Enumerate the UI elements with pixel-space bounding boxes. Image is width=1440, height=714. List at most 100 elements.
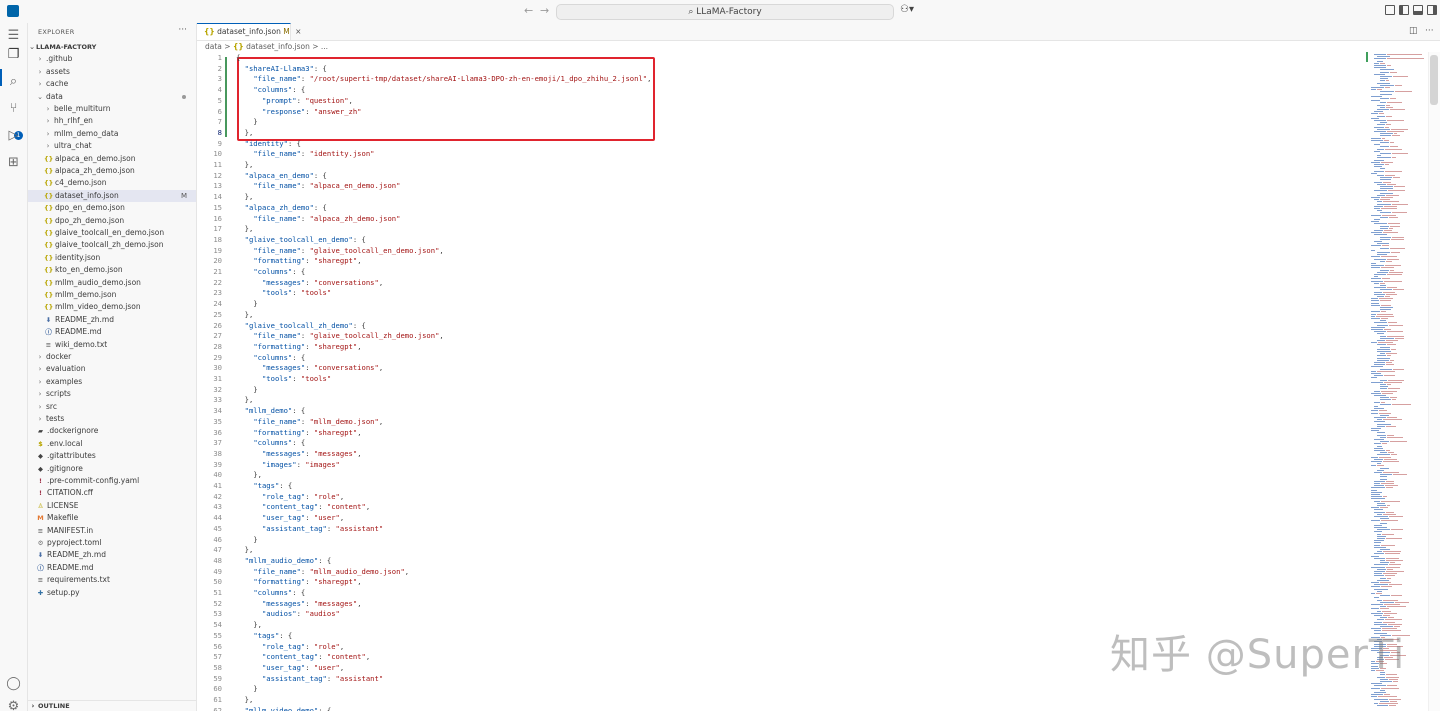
folder-item[interactable]: ⌄ data [28, 91, 196, 103]
explorer-files-icon[interactable]: ❐ [6, 47, 21, 62]
file-item[interactable]: ≡ MANIFEST.in [28, 525, 196, 537]
file-item[interactable]: ✚ setup.py [28, 587, 196, 599]
minimap-line [1377, 175, 1385, 176]
file-item[interactable]: ! CITATION.cff [28, 487, 196, 499]
json-key: "user_tag" [261, 662, 306, 672]
breadcrumb-file[interactable]: dataset_info.json [246, 42, 310, 51]
minimap-line [1374, 542, 1382, 544]
json-key: "images" [261, 459, 297, 469]
file-item[interactable]: ⬇ README_zh.md [28, 549, 196, 561]
file-item[interactable]: {} alpaca_en_demo.json [28, 153, 196, 165]
outline-section[interactable]: › OUTLINE [28, 700, 196, 712]
file-item[interactable]: ⓘ README.md [28, 326, 196, 338]
vertical-scrollbar[interactable] [1428, 52, 1440, 711]
breadcrumb-more[interactable]: ... [321, 42, 328, 51]
json-punctuation: : [305, 662, 314, 672]
folder-item[interactable]: › examples [28, 376, 196, 388]
toggle-panel-icon[interactable] [1413, 5, 1423, 15]
json-key: "tags" [253, 481, 280, 490]
workspace-root[interactable]: ⌄LLAMA-FACTORY [28, 41, 196, 53]
file-item[interactable]: {} c4_demo.json [28, 177, 196, 189]
file-item[interactable]: {} glaive_toolcall_en_demo.json [28, 227, 196, 239]
more-actions-icon[interactable]: ··· [1425, 26, 1434, 36]
file-item[interactable]: ▰ .dockerignore [28, 425, 196, 437]
file-item[interactable]: {} identity.json [28, 252, 196, 264]
file-item[interactable]: ⚙ pyproject.toml [28, 537, 196, 549]
file-item[interactable]: {} mllm_audio_demo.json [28, 277, 196, 289]
file-item[interactable]: ⬇ README_zh.md [28, 314, 196, 326]
folder-item[interactable]: › ultra_chat [28, 140, 196, 152]
json-punctuation: } [236, 684, 258, 694]
file-item[interactable]: ♙ LICENSE [28, 500, 196, 512]
folder-item[interactable]: › evaluation [28, 363, 196, 375]
json-file-icon: {} [44, 278, 54, 287]
text-file-icon: ≡ [37, 576, 44, 585]
minimap-line [1377, 355, 1387, 357]
file-item[interactable]: {} mllm_video_demo.json [28, 301, 196, 313]
file-item[interactable]: {} dpo_zh_demo.json [28, 215, 196, 227]
json-punctuation [236, 331, 253, 340]
back-arrow-icon[interactable]: ← [524, 4, 533, 17]
json-punctuation: : [300, 181, 310, 191]
json-punctuation: , [357, 577, 362, 587]
account-icon[interactable]: ◯ [6, 676, 21, 691]
settings-gear-icon[interactable]: ⚙ [6, 699, 21, 714]
file-item[interactable]: {} alpaca_zh_demo.json [28, 165, 196, 177]
code-editor[interactable]: 1{2 "shareAI-Llama3": {3 "file_name": "/… [197, 52, 1440, 711]
file-item[interactable]: M Makefile [28, 512, 196, 524]
tab-dataset-info[interactable]: {} dataset_info.json M × [197, 23, 301, 40]
file-item[interactable]: ! .pre-commit-config.yaml [28, 475, 196, 487]
split-editor-icon[interactable]: ◫ [1409, 26, 1418, 36]
search-icon[interactable]: ⌕ [6, 74, 21, 89]
tree-item-label: dpo_zh_demo.json [55, 215, 125, 225]
toggle-primary-sidebar-icon[interactable] [1399, 5, 1409, 15]
source-control-icon[interactable]: ⑂ [6, 101, 21, 116]
extensions-icon[interactable]: ⊞ [6, 155, 21, 170]
minimap-line [1371, 113, 1379, 115]
minimap-line [1389, 562, 1396, 564]
command-center-search[interactable]: ⌕ LLaMA-Factory [556, 4, 894, 20]
minimap-line [1382, 392, 1393, 394]
folder-item[interactable]: › mllm_demo_data [28, 128, 196, 140]
breadcrumb-folder[interactable]: data [205, 42, 222, 51]
file-item[interactable]: ◆ .gitattributes [28, 450, 196, 462]
toggle-secondary-sidebar-icon[interactable] [1427, 5, 1437, 15]
forward-arrow-icon[interactable]: → [540, 4, 549, 17]
folder-item[interactable]: › src [28, 401, 196, 413]
file-item[interactable]: $ .env.local [28, 438, 196, 450]
folder-item[interactable]: › assets [28, 66, 196, 78]
folder-item[interactable]: › hh_rlhf_en [28, 115, 196, 127]
menu-icon[interactable]: ☰ [6, 28, 21, 43]
file-item[interactable]: {} dpo_en_demo.json [28, 202, 196, 214]
folder-item[interactable]: › cache [28, 78, 196, 90]
folder-item[interactable]: › tests [28, 413, 196, 425]
folder-item[interactable]: › scripts [28, 388, 196, 400]
minimap-line [1393, 133, 1398, 135]
json-punctuation: }, [236, 545, 254, 555]
file-item[interactable]: {} dataset_info.json M [28, 189, 196, 202]
copilot-icon[interactable]: ⚇▾ [900, 4, 914, 15]
minimap-line [1388, 227, 1394, 229]
file-item[interactable]: ≡ wiki_demo.txt [28, 339, 196, 351]
title-bar: ← → ⌕ LLaMA-Factory ⚇▾ [0, 0, 1440, 24]
file-item[interactable]: ◆ .gitignore [28, 463, 196, 475]
scrollbar-thumb[interactable] [1430, 55, 1438, 105]
folder-item[interactable]: › docker [28, 351, 196, 363]
minimap-line [1380, 76, 1393, 77]
minimap-line [1380, 168, 1385, 170]
more-actions-icon[interactable]: ··· [178, 25, 187, 35]
close-icon[interactable]: × [295, 27, 301, 36]
file-item[interactable]: {} mllm_demo.json [28, 289, 196, 301]
folder-item[interactable]: › belle_multiturn [28, 103, 196, 115]
customize-layout-icon[interactable] [1385, 5, 1395, 15]
file-item[interactable]: {} glaive_toolcall_zh_demo.json [28, 239, 196, 251]
minimap-line [1380, 522, 1388, 524]
run-debug-icon[interactable]: ▷ [6, 128, 21, 143]
file-item[interactable]: ≡ requirements.txt [28, 574, 196, 586]
citation-file-icon: ! [39, 489, 42, 498]
file-item[interactable]: {} kto_en_demo.json [28, 264, 196, 276]
minimap[interactable] [1367, 52, 1427, 711]
file-item[interactable]: ⓘ README.md [28, 562, 196, 574]
folder-item[interactable]: › .github [28, 53, 196, 65]
json-punctuation: : { [318, 555, 332, 565]
